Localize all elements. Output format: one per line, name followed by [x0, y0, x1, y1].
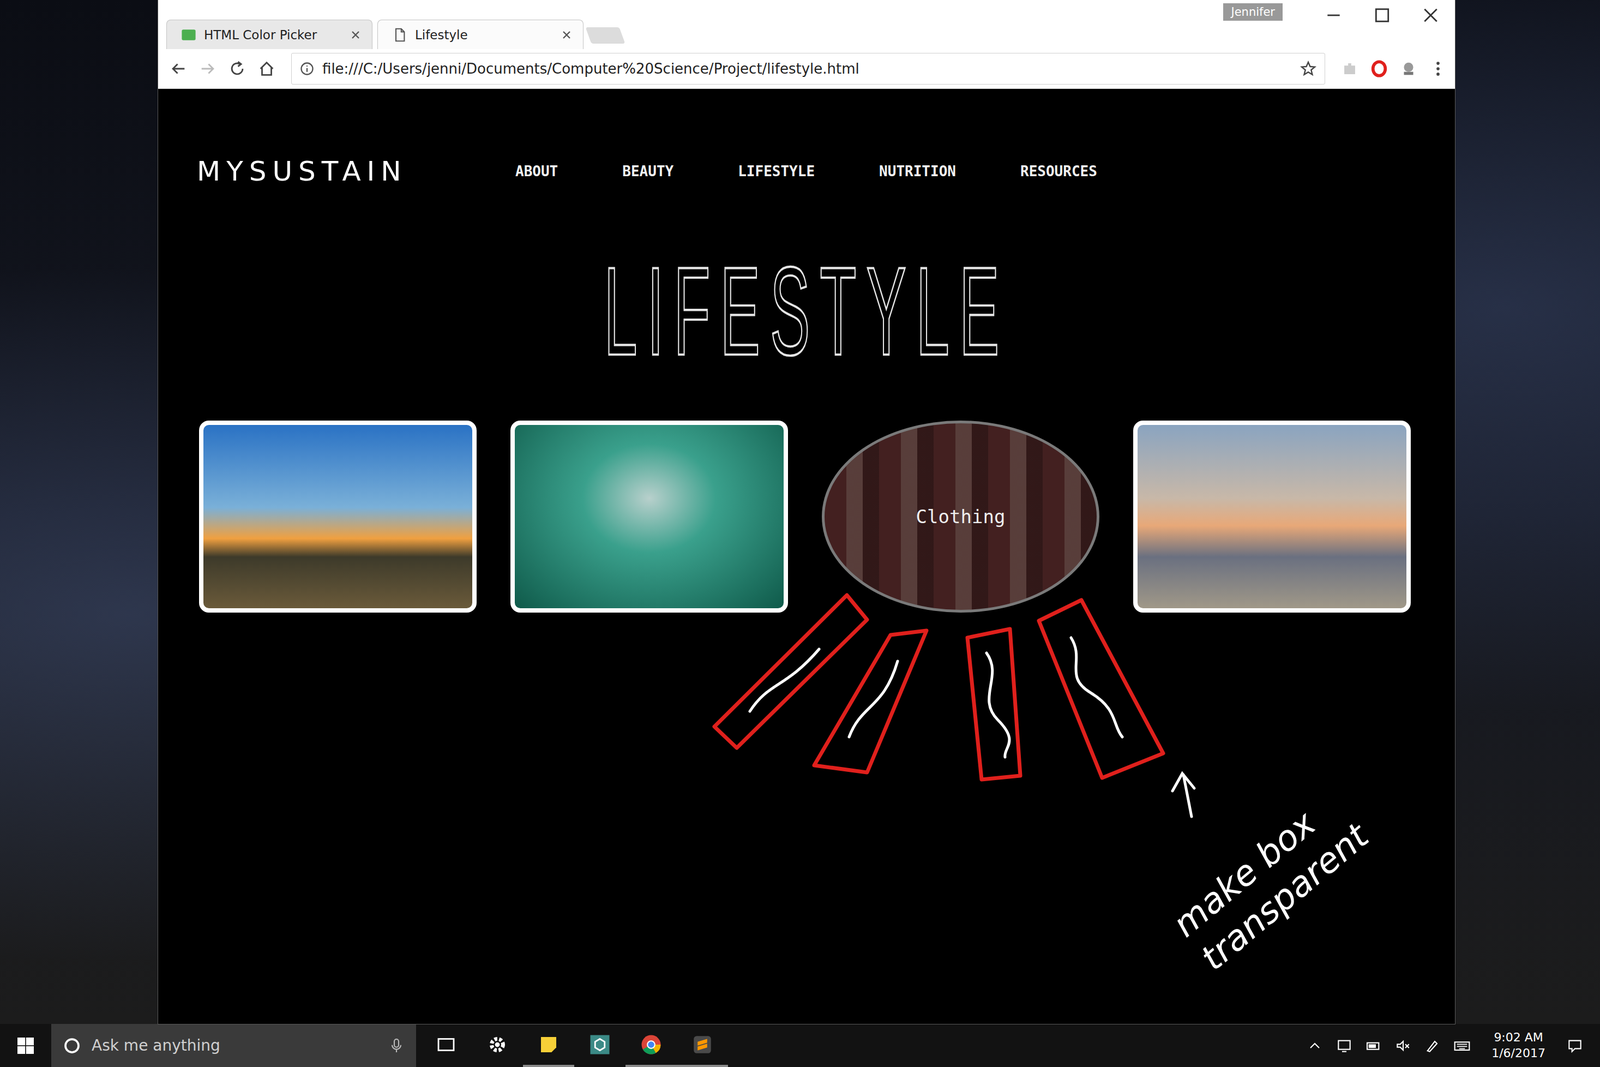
- taskbar-search[interactable]: Ask me anything: [51, 1023, 417, 1067]
- sublime-icon: [690, 1032, 714, 1056]
- sticky-notes-app[interactable]: [522, 1023, 575, 1067]
- close-window-icon[interactable]: [1406, 0, 1455, 31]
- close-tab-icon[interactable]: [560, 28, 574, 42]
- maximize-icon[interactable]: [1357, 0, 1407, 31]
- page-heading: LIFESTYLE: [196, 248, 1417, 375]
- hexagon-icon: [588, 1032, 612, 1056]
- annotation-squiggle: [986, 652, 1010, 757]
- taskbar: Ask me anything 9:02 AM1/6/2017: [0, 1023, 1600, 1067]
- nav-item[interactable]: NUTRITION: [879, 163, 956, 180]
- annotation-squiggle: [1071, 637, 1123, 737]
- close-tab-icon[interactable]: [349, 28, 363, 42]
- address-bar[interactable]: file:///C:/Users/jenni/Documents/Compute…: [291, 52, 1326, 85]
- address-text: file:///C:/Users/jenni/Documents/Compute…: [322, 60, 1292, 77]
- home-icon[interactable]: [257, 59, 276, 78]
- windows-start-icon[interactable]: [0, 1034, 52, 1057]
- annotation-box: [814, 630, 927, 773]
- tab-label: Lifestyle: [414, 27, 553, 42]
- window-controls: [1309, 0, 1455, 31]
- notifications-icon[interactable]: [1566, 1036, 1584, 1055]
- keyboard-icon[interactable]: [1453, 1036, 1471, 1055]
- new-tab-button[interactable]: [585, 27, 626, 44]
- card-label: Clothing: [910, 502, 1012, 531]
- task-view-button[interactable]: [420, 1023, 472, 1067]
- sticky-note-icon: [537, 1032, 561, 1056]
- back-arrow-icon[interactable]: [169, 59, 188, 78]
- annotation-squiggle: [749, 648, 820, 712]
- nav-item[interactable]: LIFESTYLE: [737, 163, 815, 180]
- chrome-icon: [639, 1032, 663, 1056]
- nav-item[interactable]: RESOURCES: [1020, 163, 1098, 180]
- forward-arrow-icon[interactable]: [198, 59, 218, 78]
- system-tray: 9:02 AM1/6/2017: [1306, 1023, 1600, 1067]
- document-icon: [392, 27, 408, 43]
- browser-tab[interactable]: Lifestyle: [377, 19, 584, 50]
- sublime-app[interactable]: [676, 1023, 729, 1067]
- tab-strip: HTML Color Picker Lifestyle Jennifer: [158, 0, 1455, 50]
- desktop-wallpaper: HTML Color Picker Lifestyle Jennifer file:/…: [0, 0, 1600, 1024]
- gear-icon: [485, 1032, 509, 1056]
- annotation-arrow-icon: [1172, 773, 1195, 817]
- annotation-box: [967, 628, 1021, 780]
- opera-extension-icon[interactable]: [1369, 59, 1389, 78]
- desktop-screen: HTML Color Picker Lifestyle Jennifer file:/…: [0, 0, 1600, 1067]
- cortana-icon: [62, 1035, 82, 1056]
- spy-extension-icon[interactable]: [1399, 59, 1418, 78]
- search-placeholder: Ask me anything: [91, 1036, 378, 1055]
- topic-card[interactable]: [199, 420, 477, 613]
- annotation-squiggle: [849, 660, 898, 737]
- topic-card[interactable]: [510, 420, 789, 613]
- annotation-box: [714, 594, 868, 748]
- speaker-muted-icon[interactable]: [1394, 1036, 1412, 1055]
- minimize-icon[interactable]: [1309, 0, 1358, 31]
- annotation-box: [1038, 599, 1164, 778]
- browser-window: HTML Color Picker Lifestyle Jennifer file:/…: [158, 0, 1455, 1024]
- browser-toolbar: file:///C:/Users/jenni/Documents/Compute…: [158, 49, 1455, 89]
- settings-app[interactable]: [471, 1023, 523, 1067]
- nav-item[interactable]: ABOUT: [515, 163, 558, 180]
- web-page: MYSUSTAIN ABOUT BEAUTY LIFESTYLE NUTRITION RE…: [158, 88, 1455, 1024]
- site-nav: ABOUT BEAUTY LIFESTYLE NUTRITION RESOURCES: [515, 163, 1098, 180]
- annotation-marks: [0, 0, 1600, 1024]
- info-icon[interactable]: [299, 61, 315, 77]
- clock-date: 1/6/2017: [1491, 1045, 1546, 1062]
- chevron-up-icon[interactable]: [1306, 1036, 1324, 1055]
- bookmark-star-icon[interactable]: [1299, 59, 1317, 78]
- w3-favicon-icon: [181, 27, 197, 43]
- annotation-note: make box transparent: [1164, 743, 1422, 979]
- display-icon[interactable]: [1335, 1036, 1353, 1055]
- reload-icon[interactable]: [227, 59, 247, 78]
- site-header: MYSUSTAIN ABOUT BEAUTY LIFESTYLE NUTRITION RE…: [196, 154, 1417, 188]
- taskbar-clock[interactable]: 9:02 AM1/6/2017: [1482, 1029, 1555, 1061]
- tab-label: HTML Color Picker: [203, 27, 342, 42]
- chrome-app[interactable]: [625, 1023, 677, 1067]
- menu-dots-icon[interactable]: [1428, 59, 1448, 78]
- profile-badge[interactable]: Jennifer: [1223, 3, 1283, 21]
- topic-cards: Clothing: [196, 420, 1417, 613]
- clock-time: 9:02 AM: [1493, 1029, 1543, 1046]
- microphone-icon[interactable]: [387, 1036, 406, 1055]
- taskbar-apps: [420, 1023, 729, 1067]
- task-view-icon: [434, 1032, 458, 1056]
- topic-card[interactable]: Clothing: [821, 420, 1100, 613]
- nav-item[interactable]: BEAUTY: [622, 163, 674, 180]
- topic-card[interactable]: [1133, 420, 1411, 613]
- extension-icon[interactable]: [1340, 59, 1359, 78]
- browser-tab[interactable]: HTML Color Picker: [166, 19, 373, 50]
- pen-icon[interactable]: [1423, 1036, 1442, 1055]
- hexagon-app[interactable]: [574, 1023, 626, 1067]
- site-logo[interactable]: MYSUSTAIN: [196, 155, 437, 188]
- battery-icon[interactable]: [1364, 1036, 1383, 1055]
